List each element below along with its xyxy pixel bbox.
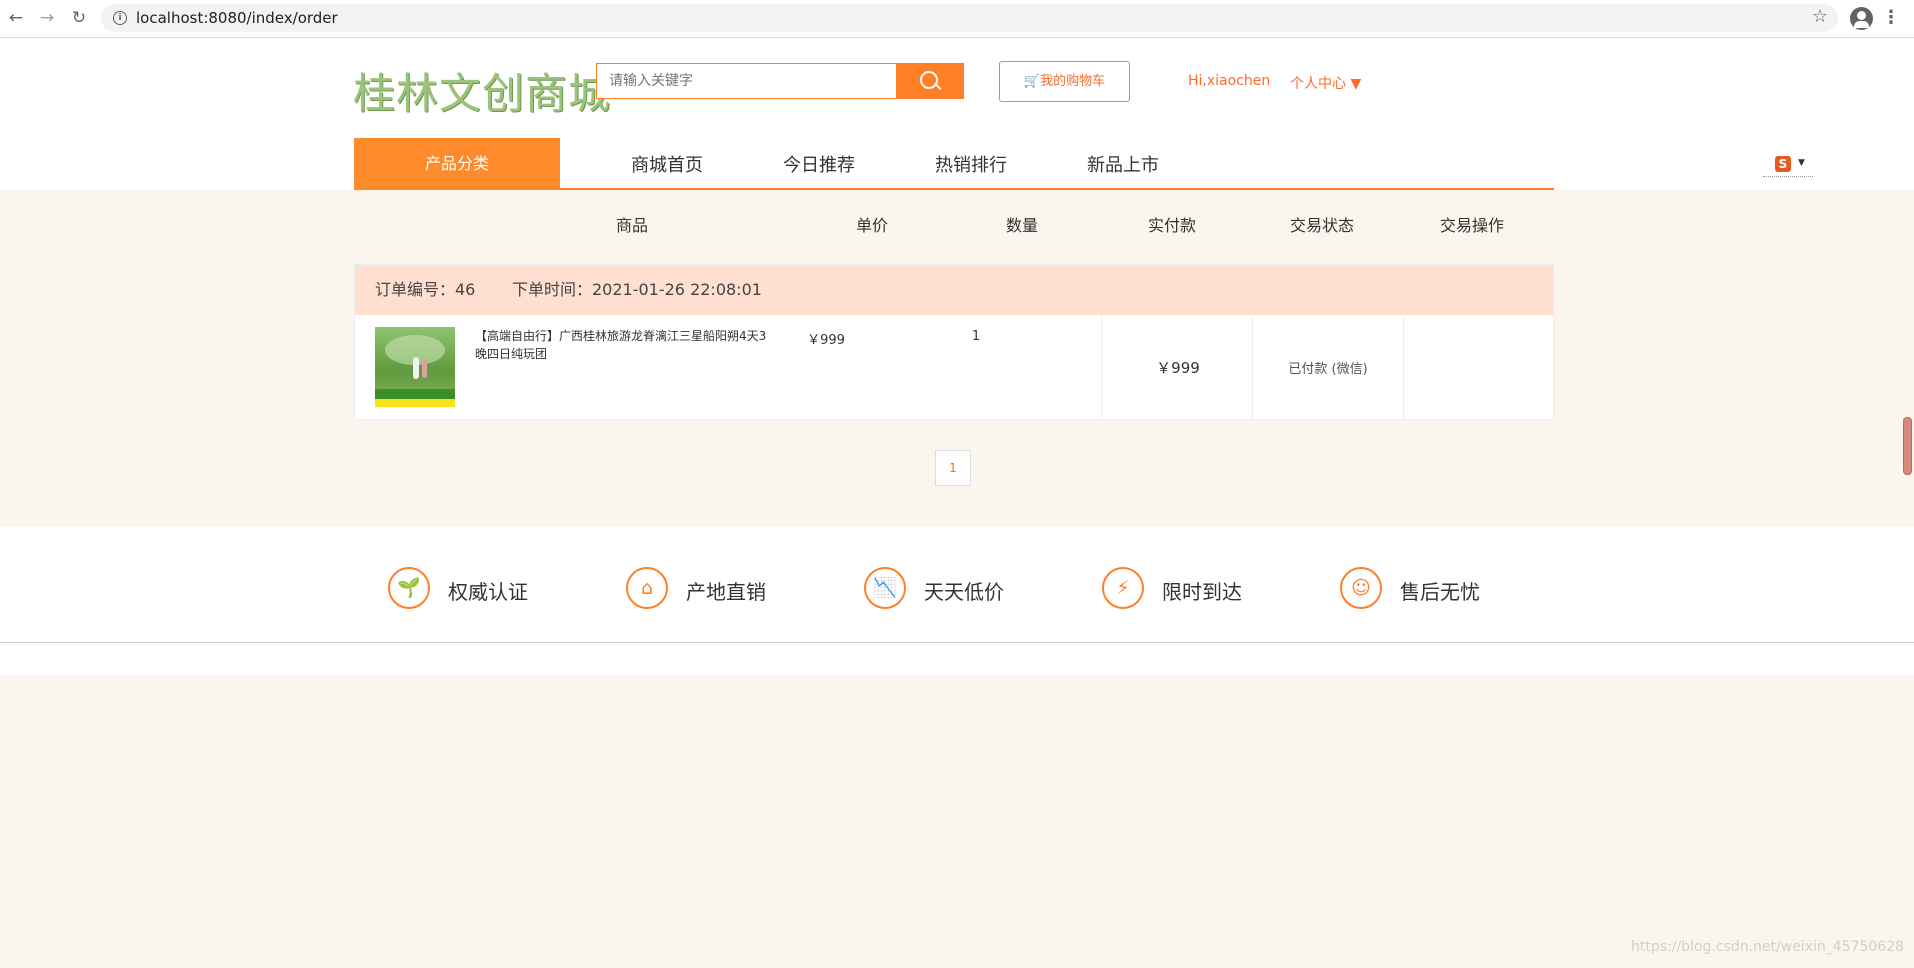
search-icon (920, 71, 938, 89)
farm-icon: ⌂ (626, 567, 668, 609)
cart-button[interactable]: 🛒我的购物车 (999, 61, 1130, 102)
service-features: 🌱 权威认证 ⌂ 产地直销 📉 天天低价 ⚡ 限时到达 ☺ 售后无忧 (0, 527, 1914, 643)
order-number: 订单编号：46 (375, 280, 476, 299)
support-agent-icon: ☺ (1340, 567, 1382, 609)
footer-strip (0, 643, 1914, 675)
user-greeting-link[interactable]: Hi,xiaochen (1188, 73, 1270, 89)
page-scrollbar[interactable] (1903, 417, 1912, 475)
info-icon[interactable]: i (113, 11, 127, 25)
feature-label: 权威认证 (448, 580, 528, 604)
profile-avatar-icon[interactable] (1850, 7, 1873, 30)
sogou-ime-icon[interactable]: S (1775, 156, 1791, 172)
site-header: 桂林文创商城 🛒我的购物车 Hi,xiaochen 个人中心 ▼ 产品分类 商城… (0, 38, 1914, 190)
address-bar[interactable]: i localhost:8080/index/order ☆ (101, 4, 1838, 32)
order-time: 下单时间：2021-01-26 22:08:01 (512, 280, 762, 299)
quantity: 1 (971, 329, 981, 344)
order-card: 订单编号：46 下单时间：2021-01-26 22:08:01 【高端自由行】… (354, 264, 1554, 420)
sprout-icon: 🌱 (388, 567, 430, 609)
column-divider (1101, 315, 1102, 419)
forward-icon[interactable]: → (35, 6, 59, 30)
browser-toolbar: ← → ↻ i localhost:8080/index/order ☆ ⋮ (0, 0, 1914, 38)
user-center-dropdown[interactable]: 个人中心 ▼ (1290, 73, 1361, 93)
search-input[interactable] (596, 63, 898, 99)
url-text[interactable]: localhost:8080/index/order (136, 9, 338, 27)
browser-menu-icon[interactable]: ⋮ (1882, 6, 1900, 30)
site-logo[interactable]: 桂林文创商城 (353, 60, 611, 121)
col-header-paid: 实付款 (1147, 216, 1196, 235)
col-header-action: 交易操作 (1439, 216, 1504, 235)
nav-link-today[interactable]: 今日推荐 (783, 151, 855, 177)
feature-label: 产地直销 (686, 580, 766, 604)
bookmark-star-icon[interactable]: ☆ (1812, 6, 1828, 27)
reload-icon[interactable]: ↻ (67, 6, 91, 30)
col-header-qty: 数量 (1005, 216, 1038, 235)
product-thumbnail[interactable] (375, 327, 455, 407)
nav-link-new[interactable]: 新品上市 (1087, 151, 1159, 177)
chart-down-icon: 📉 (864, 567, 906, 609)
feature-label: 限时到达 (1162, 580, 1242, 604)
product-category-button[interactable]: 产品分类 (354, 138, 560, 190)
pagination-page-1[interactable]: 1 (935, 450, 971, 486)
col-header-product: 商品 (615, 216, 648, 235)
product-name-link[interactable]: 【高端自由行】广西桂林旅游龙脊漓江三星船阳朔4天3晚四日纯玩团 (475, 327, 775, 363)
feature-label: 天天低价 (924, 580, 1004, 604)
chevron-down-icon[interactable]: ▼ (1798, 158, 1805, 168)
main-nav: 产品分类 商城首页 今日推荐 热销排行 新品上市 (354, 138, 1554, 190)
status-badge: 已付款 (微信) (1288, 362, 1368, 377)
back-icon[interactable]: ← (4, 6, 28, 30)
nav-link-hot[interactable]: 热销排行 (935, 151, 1007, 177)
order-table-header: 商品 单价 数量 实付款 交易状态 交易操作 (354, 195, 1554, 251)
unit-price: ￥999 (807, 333, 845, 348)
feature-label: 售后无忧 (1400, 580, 1480, 604)
column-divider (1403, 315, 1404, 419)
input-method-toolbar[interactable]: S ▼ (1763, 156, 1813, 177)
col-header-price: 单价 (855, 216, 888, 235)
lightning-icon: ⚡ (1102, 567, 1144, 609)
col-header-status: 交易状态 (1289, 216, 1354, 235)
order-header: 订单编号：46 下单时间：2021-01-26 22:08:01 (355, 265, 1553, 315)
watermark-text: https://blog.csdn.net/weixin_45750628 (1630, 939, 1904, 955)
nav-link-home[interactable]: 商城首页 (631, 151, 703, 177)
search-button[interactable] (896, 63, 964, 99)
paid-amount: ￥999 (1156, 359, 1200, 377)
